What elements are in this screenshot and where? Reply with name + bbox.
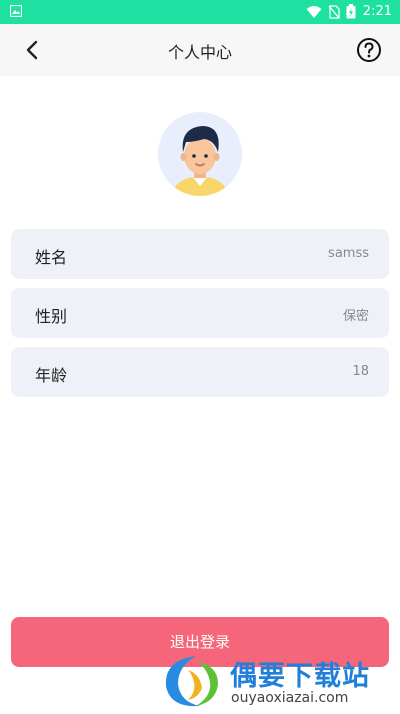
header: 个人中心 <box>0 24 400 76</box>
name-value: samss <box>328 246 369 261</box>
help-icon[interactable] <box>356 37 382 63</box>
age-label: 年龄 <box>35 366 68 385</box>
gender-value: 保密 <box>342 309 369 324</box>
status-time: 2:21 <box>362 4 392 19</box>
gender-label: 性别 <box>35 307 68 326</box>
user-avatar-icon <box>172 126 228 196</box>
watermark: 偶要下载站 ouyaoxiazai.com <box>158 652 398 710</box>
age-value: 18 <box>352 364 369 379</box>
wifi-icon <box>306 5 322 18</box>
watermark-url: ouyaoxiazai.com <box>231 690 349 706</box>
status-icons <box>306 4 356 19</box>
status-bar: 2:21 <box>0 0 400 24</box>
avatar[interactable] <box>158 112 242 196</box>
battery-charging-icon <box>346 4 356 19</box>
watermark-title: 偶要下载站 <box>230 661 370 692</box>
name-row[interactable]: 姓名 samss <box>11 229 389 279</box>
gallery-notification-icon <box>10 5 22 17</box>
age-row[interactable]: 年龄 18 <box>11 347 389 397</box>
page-title: 个人中心 <box>167 43 232 62</box>
no-sim-icon <box>328 4 340 19</box>
name-label: 姓名 <box>35 248 68 267</box>
gender-row[interactable]: 性别 保密 <box>11 288 389 338</box>
watermark-logo-icon <box>165 656 218 707</box>
